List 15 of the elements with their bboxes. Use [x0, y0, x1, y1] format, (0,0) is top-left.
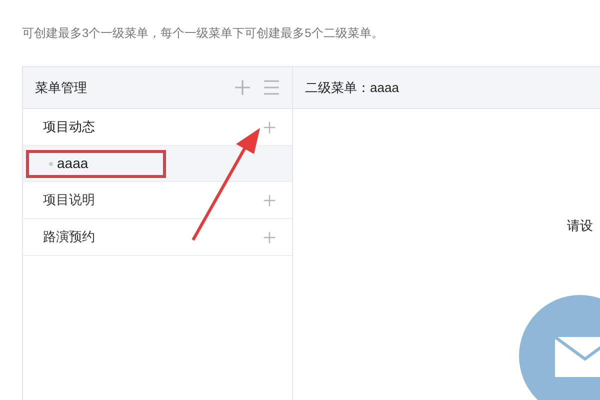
panel-title: 菜单管理 — [35, 78, 88, 97]
bullet-icon — [49, 162, 53, 166]
menu-item-label: 项目动态 — [43, 118, 96, 136]
menu-item-label: 项目说明 — [43, 191, 96, 210]
add-icon[interactable] — [234, 79, 251, 96]
prompt-text: 请设 — [567, 217, 593, 235]
submenu-row[interactable]: aaaa — [23, 146, 292, 182]
notice-text: 可创建最多3个一级菜单，每个一级菜单下可创建最多5个二级菜单。 — [22, 25, 384, 42]
submenu-label: aaaa — [57, 154, 88, 173]
menu-icon[interactable] — [263, 80, 280, 95]
add-icon[interactable] — [263, 120, 276, 134]
add-icon[interactable] — [263, 230, 276, 244]
add-icon[interactable] — [263, 194, 276, 206]
menu-item-label: 路演预约 — [43, 228, 96, 246]
detail-title: 二级菜单：aaaa — [305, 78, 399, 97]
